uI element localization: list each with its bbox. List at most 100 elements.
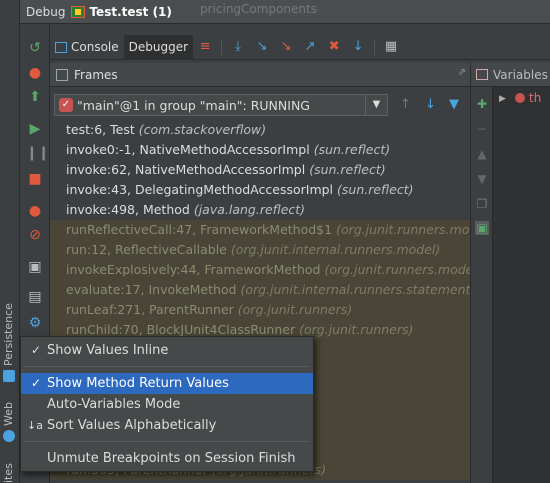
side-tool-strip: Persistence Web ites	[0, 0, 20, 483]
toolbar-separator	[221, 39, 223, 55]
menu-separator	[25, 366, 309, 367]
get-thread-dump-icon[interactable]: ▣	[26, 258, 44, 276]
persistence-tool-tab[interactable]: Persistence	[2, 303, 15, 366]
frame-row[interactable]: runLeaf:271, ParentRunner (org.junit.run…	[50, 300, 470, 320]
frame-row[interactable]: invoke0:-1, NativeMethodAccessorImpl (su…	[50, 140, 470, 160]
tab-console[interactable]: Console	[50, 35, 124, 60]
frame-package: (org.junit.internal.runners.model)	[230, 242, 441, 257]
move-down-icon[interactable]: ▼	[475, 172, 489, 186]
frame-method: invoke:498, Method	[66, 202, 190, 217]
thread-selector-row: ✓ "main"@1 in group "main": RUNNING ▼ ↑ …	[50, 91, 470, 119]
frame-row[interactable]: run:12, ReflectiveCallable (org.junit.in…	[50, 240, 470, 260]
frames-icon	[56, 68, 68, 81]
remove-watch-icon[interactable]: −	[475, 122, 489, 136]
menu-separator	[25, 441, 309, 442]
frame-package: (java.lang.reflect)	[193, 202, 306, 217]
variables-title: Variables	[493, 67, 548, 82]
frame-row[interactable]: invoke:498, Method (java.lang.reflect)	[50, 200, 470, 220]
persistence-icon	[3, 370, 15, 382]
step-out-icon[interactable]: ↗	[302, 39, 318, 55]
frame-method: runChild:70, BlockJUnit4ClassRunner	[66, 322, 296, 337]
menu-item-label: Unmute Breakpoints on Session Finish	[47, 451, 296, 466]
frame-row[interactable]: invoke:43, DelegatingMethodAccessorImpl …	[50, 180, 470, 200]
frame-method: runLeaf:271, ParentRunner	[66, 302, 234, 317]
frame-package: (org.junit.runners)	[237, 302, 353, 317]
frame-package: (sun.reflect)	[313, 142, 391, 157]
settings-gear-icon[interactable]: ⚙	[26, 314, 44, 332]
next-frame-icon[interactable]: ↓	[425, 97, 436, 112]
web-icon	[3, 430, 15, 442]
variable-name[interactable]: th	[529, 91, 541, 105]
background-tab-text: pricingComponents	[200, 2, 317, 16]
frame-method: invokeExplosively:44, FrameworkMethod	[66, 262, 321, 277]
pin-icon[interactable]: ⇗	[458, 67, 466, 78]
menu-item-label: Sort Values Alphabetically	[47, 418, 217, 433]
junit-run-icon	[71, 5, 86, 18]
variables-toolbar: ✚ − ▲ ▼ ❐ ▣	[471, 87, 493, 483]
filter-icon[interactable]: ▼	[449, 97, 459, 112]
menu-item-auto-variables-mode[interactable]: Auto-Variables Mode	[21, 394, 313, 415]
web-tool-tab[interactable]: Web	[2, 402, 15, 426]
frame-row[interactable]: test:6, Test (com.stackoverflow)	[50, 120, 470, 140]
frame-method: invoke:43, DelegatingMethodAccessorImpl	[66, 182, 334, 197]
variables-icon	[476, 69, 488, 80]
toggle-auto-test-icon[interactable]: ⬆	[26, 88, 44, 106]
frame-method: test:6, Test	[66, 122, 135, 137]
toolbar-separator	[374, 39, 376, 55]
run-to-cursor-icon[interactable]: ↓	[350, 39, 366, 55]
copy-icon[interactable]: ❐	[475, 197, 489, 211]
menu-item-label: Show Method Return Values	[47, 376, 229, 391]
menu-item-show-values-inline[interactable]: ✓ Show Values Inline	[21, 340, 313, 361]
rerun-failed-icon[interactable]: ●	[26, 64, 44, 82]
drop-frame-icon[interactable]: ✖	[326, 39, 342, 55]
frame-row[interactable]: invokeExplosively:44, FrameworkMethod (o…	[50, 260, 470, 280]
frame-method: evaluate:17, InvokeMethod	[66, 282, 237, 297]
thread-dropdown[interactable]: ✓ "main"@1 in group "main": RUNNING ▼	[54, 94, 388, 116]
frames-header: Frames ⇗	[50, 63, 470, 87]
variables-tree[interactable]: ▶ th	[493, 87, 550, 483]
evaluate-expression-icon[interactable]: ▦	[383, 39, 399, 55]
step-over-icon[interactable]: ⤓	[230, 39, 246, 55]
chevron-down-icon[interactable]: ▼	[365, 95, 387, 115]
tab-debugger-label: Debugger	[128, 40, 189, 54]
expand-arrow-icon[interactable]: ▶	[499, 94, 506, 104]
menu-item-show-method-return-values[interactable]: ✓ Show Method Return Values	[21, 373, 313, 394]
frame-method: run:12, ReflectiveCallable	[66, 242, 227, 257]
thread-running-icon: ✓	[59, 98, 73, 112]
resume-program-icon[interactable]: ▶	[26, 120, 44, 138]
frame-row[interactable]: runReflectiveCall:47, FrameworkMethod$1 …	[50, 220, 470, 240]
tab-debugger[interactable]: Debugger	[123, 34, 194, 60]
variable-icon	[515, 93, 525, 103]
favorites-tool-tab[interactable]: ites	[2, 463, 15, 483]
restore-layout-icon[interactable]: ▤	[26, 288, 44, 306]
rerun-icon[interactable]: ↺	[26, 39, 44, 57]
show-execution-point-icon[interactable]: ≡	[197, 39, 213, 55]
menu-item-sort-values-alphabetically[interactable]: ↓a Sort Values Alphabetically	[21, 415, 313, 436]
new-watch-icon[interactable]: ✚	[475, 97, 489, 111]
step-into-icon[interactable]: ↘	[254, 39, 270, 55]
view-breakpoints-icon[interactable]: ●	[26, 202, 44, 220]
frame-package: (org.junit.runners.mode	[324, 262, 470, 277]
force-step-into-icon[interactable]: ↘	[278, 39, 294, 55]
console-icon	[55, 41, 67, 53]
variables-header: Variables	[471, 63, 550, 87]
menu-item-label: Show Values Inline	[47, 343, 169, 358]
frame-package: (sun.reflect)	[309, 162, 386, 177]
menu-item-unmute-breakpoints[interactable]: Unmute Breakpoints on Session Finish	[21, 448, 313, 469]
run-configuration-tab[interactable]: Test.test (1)	[89, 5, 171, 19]
frame-method: invoke:62, NativeMethodAccessorImpl	[66, 162, 306, 177]
frame-row[interactable]: invoke:62, NativeMethodAccessorImpl (sun…	[50, 160, 470, 180]
tab-console-label: Console	[71, 40, 119, 54]
watches-toggle-icon[interactable]: ▣	[475, 221, 489, 235]
frame-package: (sun.reflect)	[337, 182, 414, 197]
mute-breakpoints-icon[interactable]: ⊘	[26, 226, 44, 244]
pause-program-icon[interactable]: ❙❙	[26, 144, 49, 162]
stop-icon[interactable]: ■	[26, 170, 44, 188]
menu-item-label: Auto-Variables Mode	[47, 397, 181, 412]
thread-dropdown-value: "main"@1 in group "main": RUNNING	[77, 97, 310, 113]
frame-package: (org.junit.runners.mod	[336, 222, 470, 237]
frame-package: (org.junit.runners)	[299, 322, 414, 337]
frame-row[interactable]: evaluate:17, InvokeMethod (org.junit.int…	[50, 280, 470, 300]
move-up-icon[interactable]: ▲	[475, 147, 489, 161]
previous-frame-icon[interactable]: ↑	[400, 97, 411, 112]
